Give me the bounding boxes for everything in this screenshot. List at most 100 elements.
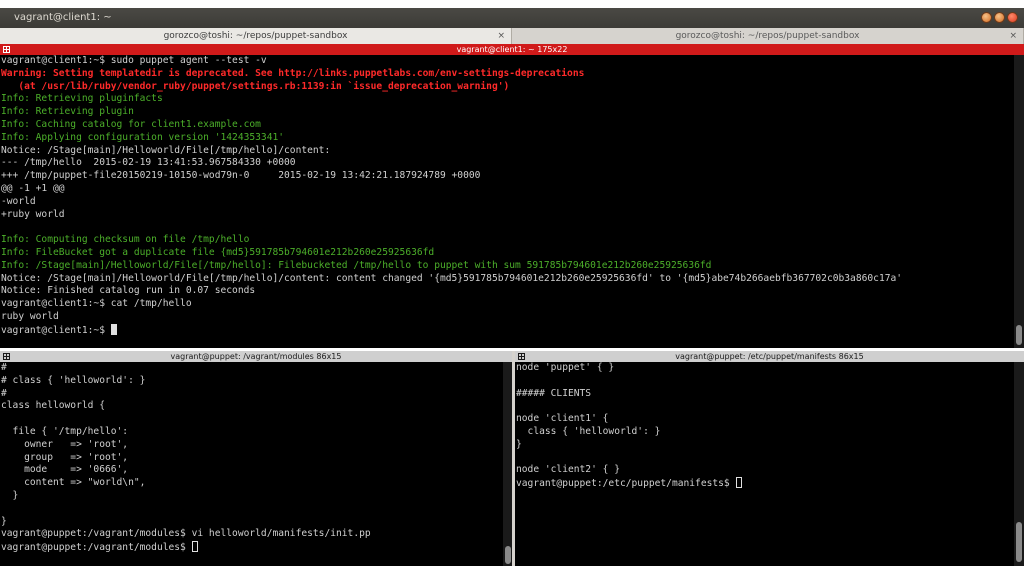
terminal-grid-icon[interactable]	[3, 46, 10, 53]
terminal-line: Warning: Setting templatedir is deprecat…	[1, 68, 1014, 81]
terminal-line: Info: FileBucket got a duplicate file {m…	[1, 247, 1014, 260]
terminal-line-text: class { 'helloworld': }	[516, 425, 661, 437]
terminal-line-text: @@ -1 +1 @@	[1, 182, 65, 194]
scroll-thumb[interactable]	[505, 546, 511, 564]
terminal-line-text: # class { 'helloworld': }	[1, 374, 146, 386]
terminal-line: -world	[1, 196, 1014, 209]
terminal-line-text: Info: FileBucket got a duplicate file {m…	[1, 246, 435, 258]
terminal-line-text: ruby world	[1, 310, 59, 322]
terminal-line: vagrant@client1:~$	[1, 323, 1014, 337]
terminal-line-text: vagrant@puppet:/vagrant/modules$ vi hell…	[1, 528, 371, 540]
terminal-line-text: +ruby world	[1, 208, 65, 220]
close-tab-icon[interactable]: ×	[1009, 28, 1017, 44]
terminal-line-text: ##### CLIENTS	[516, 387, 592, 399]
terminal-line-text: node 'client2' { }	[516, 464, 620, 476]
terminal-line: class helloworld {	[1, 400, 503, 413]
terminal-line: vagrant@puppet:/vagrant/modules$	[1, 541, 503, 554]
top-scrollbar[interactable]	[1014, 55, 1024, 348]
top-terminal[interactable]: vagrant@client1:~$ sudo puppet agent --t…	[0, 55, 1014, 348]
terminal-line-text: class helloworld {	[1, 400, 105, 412]
right-scrollbar[interactable]	[1014, 362, 1024, 566]
terminal-line: +ruby world	[1, 209, 1014, 222]
terminal-line: ##### CLIENTS	[516, 388, 1014, 401]
terminal-line: class { 'helloworld': }	[516, 426, 1014, 439]
terminal-line: Info: Computing checksum on file /tmp/he…	[1, 234, 1014, 247]
terminal-line-text: Info: Caching catalog for client1.exampl…	[1, 118, 261, 130]
terminal-line-text: group => 'root',	[1, 451, 129, 463]
terminal-line-text: Info: Computing checksum on file /tmp/he…	[1, 234, 250, 246]
scroll-thumb[interactable]	[1016, 325, 1022, 345]
terminal-line: vagrant@client1:~$ cat /tmp/hello	[1, 298, 1014, 311]
terminal-line-text: node 'puppet' { }	[516, 362, 615, 373]
terminal-line: mode => '0666',	[1, 464, 503, 477]
terminal-line-text: -world	[1, 195, 36, 207]
terminal-line: #	[1, 388, 503, 401]
terminal-line-text: #	[1, 387, 7, 399]
scroll-thumb[interactable]	[1016, 522, 1022, 562]
terminal-line: --- /tmp/hello 2015-02-19 13:41:53.96758…	[1, 157, 1014, 170]
terminal-line-text: }	[1, 515, 7, 527]
terminal-line-text: Warning: Setting templatedir is deprecat…	[1, 67, 585, 79]
terminal-line: @@ -1 +1 @@	[1, 183, 1014, 196]
terminal-line-text: Info: /Stage[main]/Helloworld/File[/tmp/…	[1, 259, 712, 271]
minimize-icon[interactable]	[981, 12, 992, 23]
left-terminal[interactable]: # # class { 'helloworld': } # class hellowo…	[0, 362, 503, 566]
terminal-line: Info: Retrieving plugin	[1, 106, 1014, 119]
tab-label: gorozco@toshi: ~/repos/puppet-sandbox	[163, 31, 348, 41]
terminal-grid-icon[interactable]	[518, 353, 525, 360]
terminal-line-text: content => "world\n",	[1, 477, 146, 489]
terminal-line: group => 'root',	[1, 452, 503, 465]
right-pane-title: vagrant@puppet: /etc/puppet/manifests 86…	[675, 352, 864, 361]
terminal-line-text: Notice: /Stage[main]/Helloworld/File[/tm…	[1, 144, 331, 156]
tab-bar: gorozco@toshi: ~/repos/puppet-sandbox × …	[0, 28, 1024, 44]
right-pane-titlebar[interactable]: vagrant@puppet: /etc/puppet/manifests 86…	[515, 351, 1024, 362]
top-pane-titlebar[interactable]: vagrant@client1: ~ 175x22	[0, 44, 1024, 55]
terminal-line: node 'client1' {	[516, 413, 1014, 426]
top-pane-title: vagrant@client1: ~ 175x22	[456, 45, 568, 54]
terminal-line: Info: /Stage[main]/Helloworld/File[/tmp/…	[1, 260, 1014, 273]
terminal-line: file { '/tmp/hello':	[1, 426, 503, 439]
terminal-line: }	[1, 490, 503, 503]
terminal-cursor	[735, 477, 742, 489]
right-terminal[interactable]: node 'puppet' { } ##### CLIENTS node 'clie…	[515, 362, 1014, 566]
terminal-line-text: vagrant@puppet:/vagrant/modules$	[1, 542, 192, 554]
left-pane-title: vagrant@puppet: /vagrant/modules 86x15	[170, 352, 342, 361]
terminal-line: # class { 'helloworld': }	[1, 375, 503, 388]
terminal-line: (at /usr/lib/ruby/vendor_ruby/puppet/set…	[1, 81, 1014, 94]
terminal-line-text: owner => 'root',	[1, 438, 129, 450]
terminal-line: #	[1, 362, 503, 375]
terminal-cursor	[191, 541, 198, 553]
terminal-line-text: vagrant@client1:~$	[1, 324, 111, 336]
terminal-line-text: Info: Retrieving pluginfacts	[1, 93, 163, 105]
maximize-icon[interactable]	[994, 12, 1005, 23]
terminal-line: +++ /tmp/puppet-file20150219-10150-wod79…	[1, 170, 1014, 183]
close-window-icon[interactable]	[1007, 12, 1018, 23]
terminal-line: Notice: Finished catalog run in 0.07 sec…	[1, 285, 1014, 298]
terminal-line: content => "world\n",	[1, 477, 503, 490]
terminal-line: Notice: /Stage[main]/Helloworld/File[/tm…	[1, 145, 1014, 158]
tab-label: gorozco@toshi: ~/repos/puppet-sandbox	[675, 31, 860, 41]
terminal-line: ruby world	[1, 311, 1014, 324]
terminal-line: node 'client2' { }	[516, 464, 1014, 477]
close-tab-icon[interactable]: ×	[497, 28, 505, 44]
terminal-line-text: mode => '0666',	[1, 464, 129, 476]
terminal-line-text: Info: Retrieving plugin	[1, 106, 134, 118]
tab-2[interactable]: gorozco@toshi: ~/repos/puppet-sandbox ×	[512, 28, 1024, 44]
terminal-line: node 'puppet' { }	[516, 362, 1014, 375]
terminal-line-text: vagrant@client1:~$ cat /tmp/hello	[1, 298, 192, 310]
terminal-line: Info: Applying configuration version '14…	[1, 132, 1014, 145]
left-pane-titlebar[interactable]: vagrant@puppet: /vagrant/modules 86x15	[0, 351, 512, 362]
terminal-line-text: +++ /tmp/puppet-file20150219-10150-wod79…	[1, 170, 481, 182]
tab-1[interactable]: gorozco@toshi: ~/repos/puppet-sandbox ×	[0, 28, 512, 44]
terminal-line-text: Info: Applying configuration version '14…	[1, 131, 285, 143]
window-controls	[981, 12, 1018, 23]
terminal-grid-icon[interactable]	[3, 353, 10, 360]
window-titlebar[interactable]: vagrant@client1: ~	[0, 8, 1024, 28]
terminal-line-text: Notice: Finished catalog run in 0.07 sec…	[1, 285, 256, 297]
terminal-line-text: vagrant@puppet:/etc/puppet/manifests$	[516, 478, 736, 490]
